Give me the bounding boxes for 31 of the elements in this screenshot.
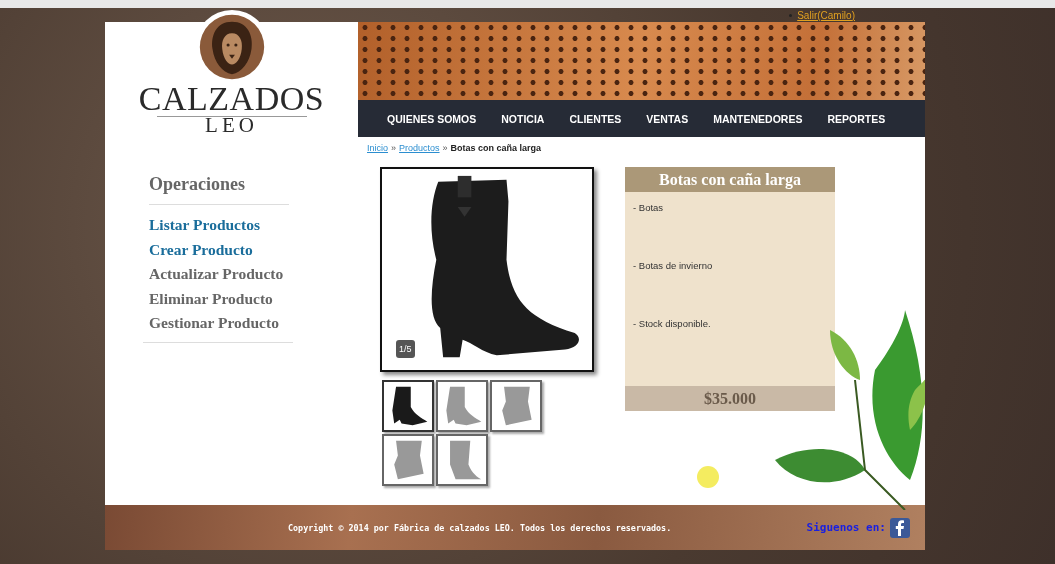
nav-link[interactable]: REPORTES bbox=[827, 112, 886, 125]
nav-link[interactable]: QUIENES SOMOS bbox=[387, 112, 477, 125]
nav-link[interactable]: CLIENTES bbox=[569, 112, 622, 125]
thumbnail[interactable] bbox=[436, 434, 488, 486]
thumbnail[interactable] bbox=[490, 380, 542, 432]
breadcrumb-separator: » bbox=[391, 143, 397, 153]
thumbnail[interactable] bbox=[382, 434, 434, 486]
follow-label: Siguenos en: bbox=[806, 521, 886, 534]
thumbnail[interactable] bbox=[382, 380, 434, 432]
brand-subtitle: LEO bbox=[205, 115, 258, 135]
facebook-icon[interactable] bbox=[890, 517, 910, 538]
product-price: $35.000 bbox=[625, 386, 835, 411]
sidebar-link[interactable]: Crear Producto bbox=[143, 237, 293, 262]
nav-link[interactable]: MANTENEDORES bbox=[713, 112, 803, 125]
breadcrumb-link[interactable]: Productos bbox=[399, 143, 440, 153]
product-feature: - Botas de invierno bbox=[633, 260, 714, 273]
copyright-text: Copyright © 2014 por Fábrica de calzados LEO. Todos los derechos reservados. bbox=[288, 522, 672, 533]
breadcrumb-current: Botas con caña larga bbox=[450, 143, 542, 153]
sidebar-link[interactable]: Listar Productos bbox=[143, 213, 293, 238]
product-feature: - Stock disponible. bbox=[633, 318, 712, 331]
product-title: Botas con caña larga bbox=[625, 167, 835, 192]
brand-name: CALZADOS bbox=[138, 82, 325, 116]
image-counter: 1/5 bbox=[396, 340, 415, 358]
logout-link[interactable]: Salir(Camilo) bbox=[797, 9, 855, 21]
breadcrumb-link[interactable]: Inicio bbox=[367, 143, 388, 153]
thumbnail[interactable] bbox=[436, 380, 488, 432]
sidebar-title: Operaciones bbox=[148, 174, 246, 196]
product-feature: - Botas bbox=[633, 202, 665, 215]
breadcrumb-separator: » bbox=[442, 143, 448, 153]
nav-link[interactable]: VENTAS bbox=[646, 112, 689, 125]
nav-link[interactable]: NOTICIA bbox=[501, 112, 545, 125]
